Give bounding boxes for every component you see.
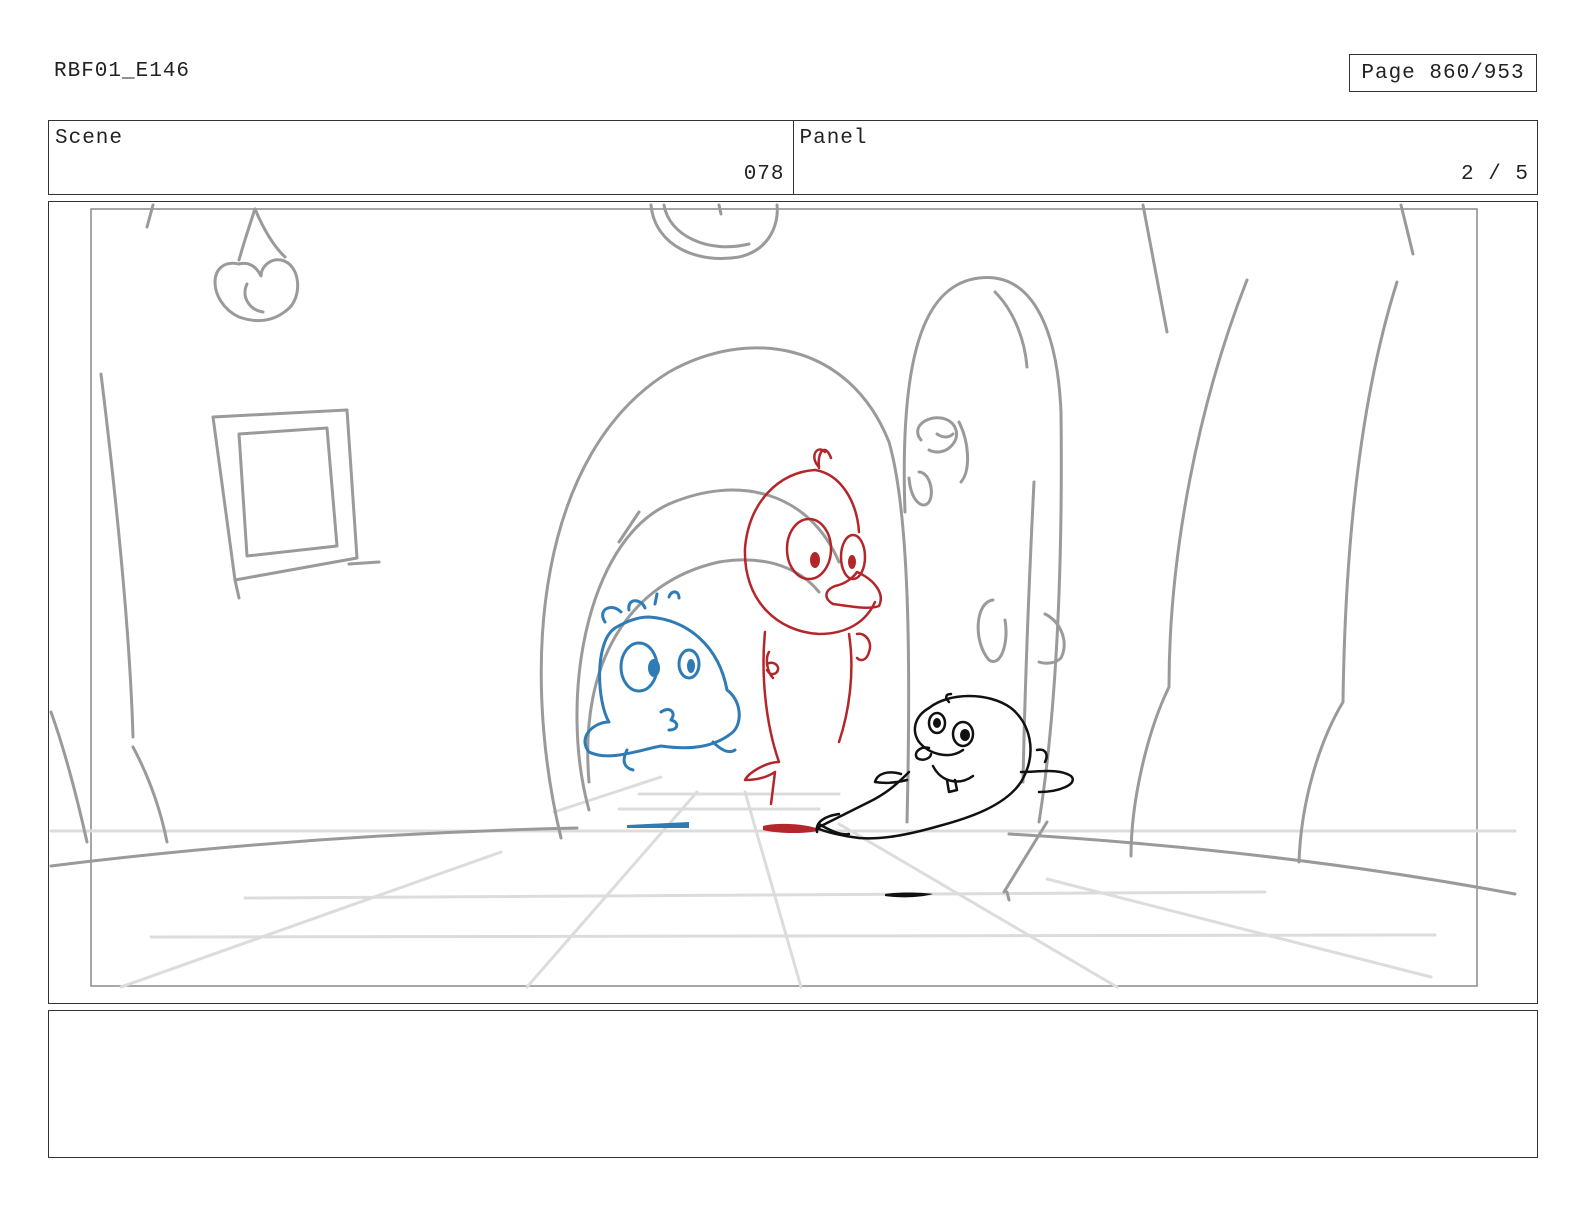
blue-fish-character — [583, 590, 741, 772]
safe-frame — [90, 208, 1478, 987]
scene-panel-header: Scene 078 Panel 2 / 5 — [48, 120, 1538, 195]
document-id: RBF01_E146 — [54, 60, 191, 83]
panel-notes-box — [48, 1010, 1538, 1158]
seal-character — [815, 692, 1074, 840]
storyboard-drawing — [49, 203, 1517, 989]
page-number-box: Page 860/953 — [1349, 54, 1537, 92]
red-bird-pupils — [763, 552, 856, 833]
background-set — [49, 203, 1517, 902]
panel-cell: Panel 2 / 5 — [792, 121, 1538, 194]
panel-label: Panel — [799, 127, 868, 150]
blue-fish-pupils — [627, 659, 695, 828]
red-bird-character — [743, 448, 882, 806]
scene-cell: Scene 078 — [49, 121, 793, 194]
tiled-floor — [49, 775, 1517, 989]
panel-number: 2 / 5 — [1460, 163, 1529, 186]
storyboard-panel — [48, 201, 1538, 1004]
scene-number: 078 — [743, 163, 785, 186]
scene-label: Scene — [55, 127, 124, 150]
